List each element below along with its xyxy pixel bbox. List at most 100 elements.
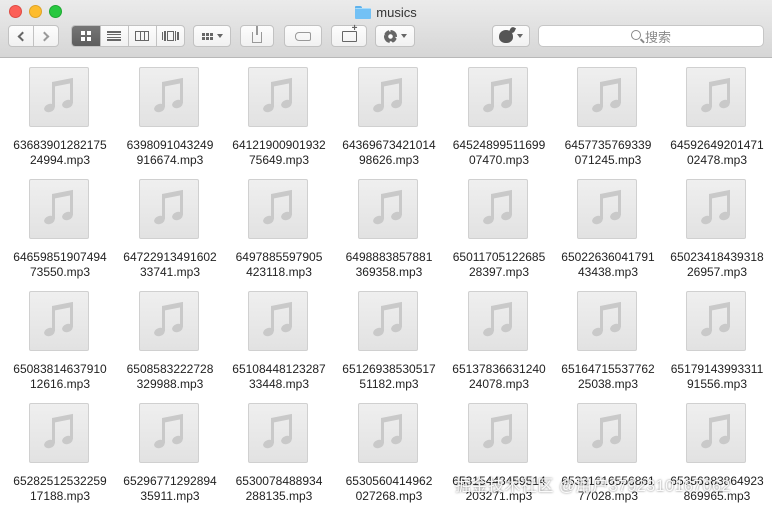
file-item[interactable]: 6457735769339 071245.mp3	[555, 63, 665, 173]
back-button[interactable]	[9, 26, 33, 46]
tag-icon	[295, 31, 311, 41]
file-item[interactable]: 65083814637910 12616.mp3	[7, 287, 117, 397]
file-name-line-2: 98626.mp3	[358, 153, 420, 167]
audio-file-thumbnail	[577, 291, 637, 351]
file-name-line-2: 916674.mp3	[136, 153, 204, 167]
finder-window: musics + 搜索 63683901282175 24994.mp3 639…	[0, 0, 772, 507]
file-name-line-1: 6508583222728	[126, 362, 214, 376]
action-menu-button[interactable]	[375, 25, 415, 47]
file-item[interactable]: 65137836631240 24078.mp3	[446, 287, 556, 397]
file-item[interactable]: 63683901282175 24994.mp3	[7, 63, 117, 173]
icon-view-button[interactable]	[72, 26, 100, 46]
music-note-icon	[152, 77, 186, 116]
music-note-icon	[590, 301, 624, 340]
audio-file-thumbnail	[468, 179, 528, 239]
file-name: 64121900901932 75649.mp3	[226, 138, 332, 168]
music-note-icon	[261, 189, 295, 228]
music-note-icon	[371, 77, 405, 116]
audio-file-thumbnail	[139, 403, 199, 463]
view-mode-selector	[71, 25, 185, 47]
file-name-line-1: 65164715537762	[561, 362, 655, 376]
music-note-icon	[481, 413, 515, 452]
file-item[interactable]: 65296771292894 35911.mp3	[117, 399, 227, 507]
file-item[interactable]: 6398091043249 916674.mp3	[117, 63, 227, 173]
music-note-icon	[152, 413, 186, 452]
file-name-line-1: 6530560414962	[345, 474, 433, 488]
music-note-icon	[371, 301, 405, 340]
audio-file-thumbnail	[29, 179, 89, 239]
file-name-line-1: 6498883857881	[345, 250, 433, 264]
file-name-line-1: 65023418439318	[670, 250, 764, 264]
arrange-button[interactable]	[193, 25, 231, 47]
file-item[interactable]: 65011705122685 28397.mp3	[446, 175, 556, 285]
extension-button[interactable]	[492, 25, 530, 47]
file-name: 65126938530517 51182.mp3	[336, 362, 442, 392]
music-note-icon	[481, 189, 515, 228]
file-item[interactable]: 64524899511699 07470.mp3	[446, 63, 556, 173]
music-note-icon	[261, 77, 295, 116]
audio-file-thumbnail	[29, 67, 89, 127]
file-item[interactable]: 65108448123287 33448.mp3	[226, 287, 336, 397]
file-name: 6530078488934 288135.mp3	[226, 474, 332, 504]
file-name: 65108448123287 33448.mp3	[226, 362, 332, 392]
music-note-icon	[42, 77, 76, 116]
file-name-line-1: 65083814637910	[13, 362, 107, 376]
file-name: 6497885597905 423118.mp3	[226, 250, 332, 280]
music-note-icon	[261, 413, 295, 452]
forward-button[interactable]	[33, 26, 58, 46]
file-name-line-2: 91556.mp3	[686, 377, 748, 391]
audio-file-thumbnail	[468, 403, 528, 463]
file-name: 6530560414962 027268.mp3	[336, 474, 442, 504]
audio-file-thumbnail	[139, 291, 199, 351]
file-name-line-2: 24078.mp3	[468, 377, 530, 391]
tag-button[interactable]	[284, 25, 322, 47]
file-item[interactable]: 65022636041791 43438.mp3	[555, 175, 665, 285]
cover-flow-icon	[161, 31, 179, 41]
file-name: 6498883857881 369358.mp3	[336, 250, 442, 280]
file-name-line-1: 64369673421014	[342, 138, 436, 152]
file-item[interactable]: 64369673421014 98626.mp3	[336, 63, 446, 173]
file-name-line-2: 329988.mp3	[136, 377, 204, 391]
file-name-line-1: 65137836631240	[452, 362, 546, 376]
file-name-line-1: 65126938530517	[342, 362, 436, 376]
file-item[interactable]: 65164715537762 25038.mp3	[555, 287, 665, 397]
list-view-button[interactable]	[99, 26, 128, 46]
file-item[interactable]: 64722913491602 33741.mp3	[117, 175, 227, 285]
file-name: 64722913491602 33741.mp3	[117, 250, 223, 280]
file-item[interactable]: 65282512532259 17188.mp3	[7, 399, 117, 507]
audio-file-thumbnail	[577, 179, 637, 239]
file-item[interactable]: 6530078488934 288135.mp3	[226, 399, 336, 507]
audio-file-thumbnail	[248, 67, 308, 127]
file-item[interactable]: 64592649201471 02478.mp3	[664, 63, 772, 173]
file-name: 6508583222728 329988.mp3	[117, 362, 223, 392]
search-field[interactable]: 搜索	[538, 25, 764, 47]
file-item[interactable]: 6508583222728 329988.mp3	[117, 287, 227, 397]
file-item[interactable]: 64659851907494 73550.mp3	[7, 175, 117, 285]
music-note-icon	[152, 189, 186, 228]
column-view-button[interactable]	[127, 26, 156, 46]
music-note-icon	[152, 301, 186, 340]
file-name: 65282512532259 17188.mp3	[7, 474, 113, 504]
chevron-right-icon	[39, 31, 50, 41]
audio-file-thumbnail	[358, 403, 418, 463]
file-item[interactable]: 65179143993311 91556.mp3	[664, 287, 772, 397]
file-item[interactable]: 65126938530517 51182.mp3	[336, 287, 446, 397]
audio-file-thumbnail	[248, 179, 308, 239]
file-name-line-1: 6398091043249	[126, 138, 214, 152]
file-item[interactable]: 6498883857881 369358.mp3	[336, 175, 446, 285]
music-note-icon	[481, 301, 515, 340]
file-name: 65023418439318 26957.mp3	[664, 250, 770, 280]
cover-flow-button[interactable]	[155, 26, 184, 46]
file-item[interactable]: 65023418439318 26957.mp3	[664, 175, 772, 285]
folder-icon	[355, 5, 372, 19]
watermark: 掘金技术社区 @用户3792310167062	[455, 478, 731, 495]
file-item[interactable]: 6497885597905 423118.mp3	[226, 175, 336, 285]
file-item[interactable]: 64121900901932 75649.mp3	[226, 63, 336, 173]
share-button[interactable]	[240, 25, 274, 47]
file-item[interactable]: 6530560414962 027268.mp3	[336, 399, 446, 507]
file-name-line-1: 6457735769339	[564, 138, 652, 152]
dog-icon	[499, 29, 513, 43]
new-folder-button[interactable]	[331, 23, 367, 47]
audio-file-thumbnail	[29, 291, 89, 351]
arrange-grid-icon	[201, 32, 213, 40]
